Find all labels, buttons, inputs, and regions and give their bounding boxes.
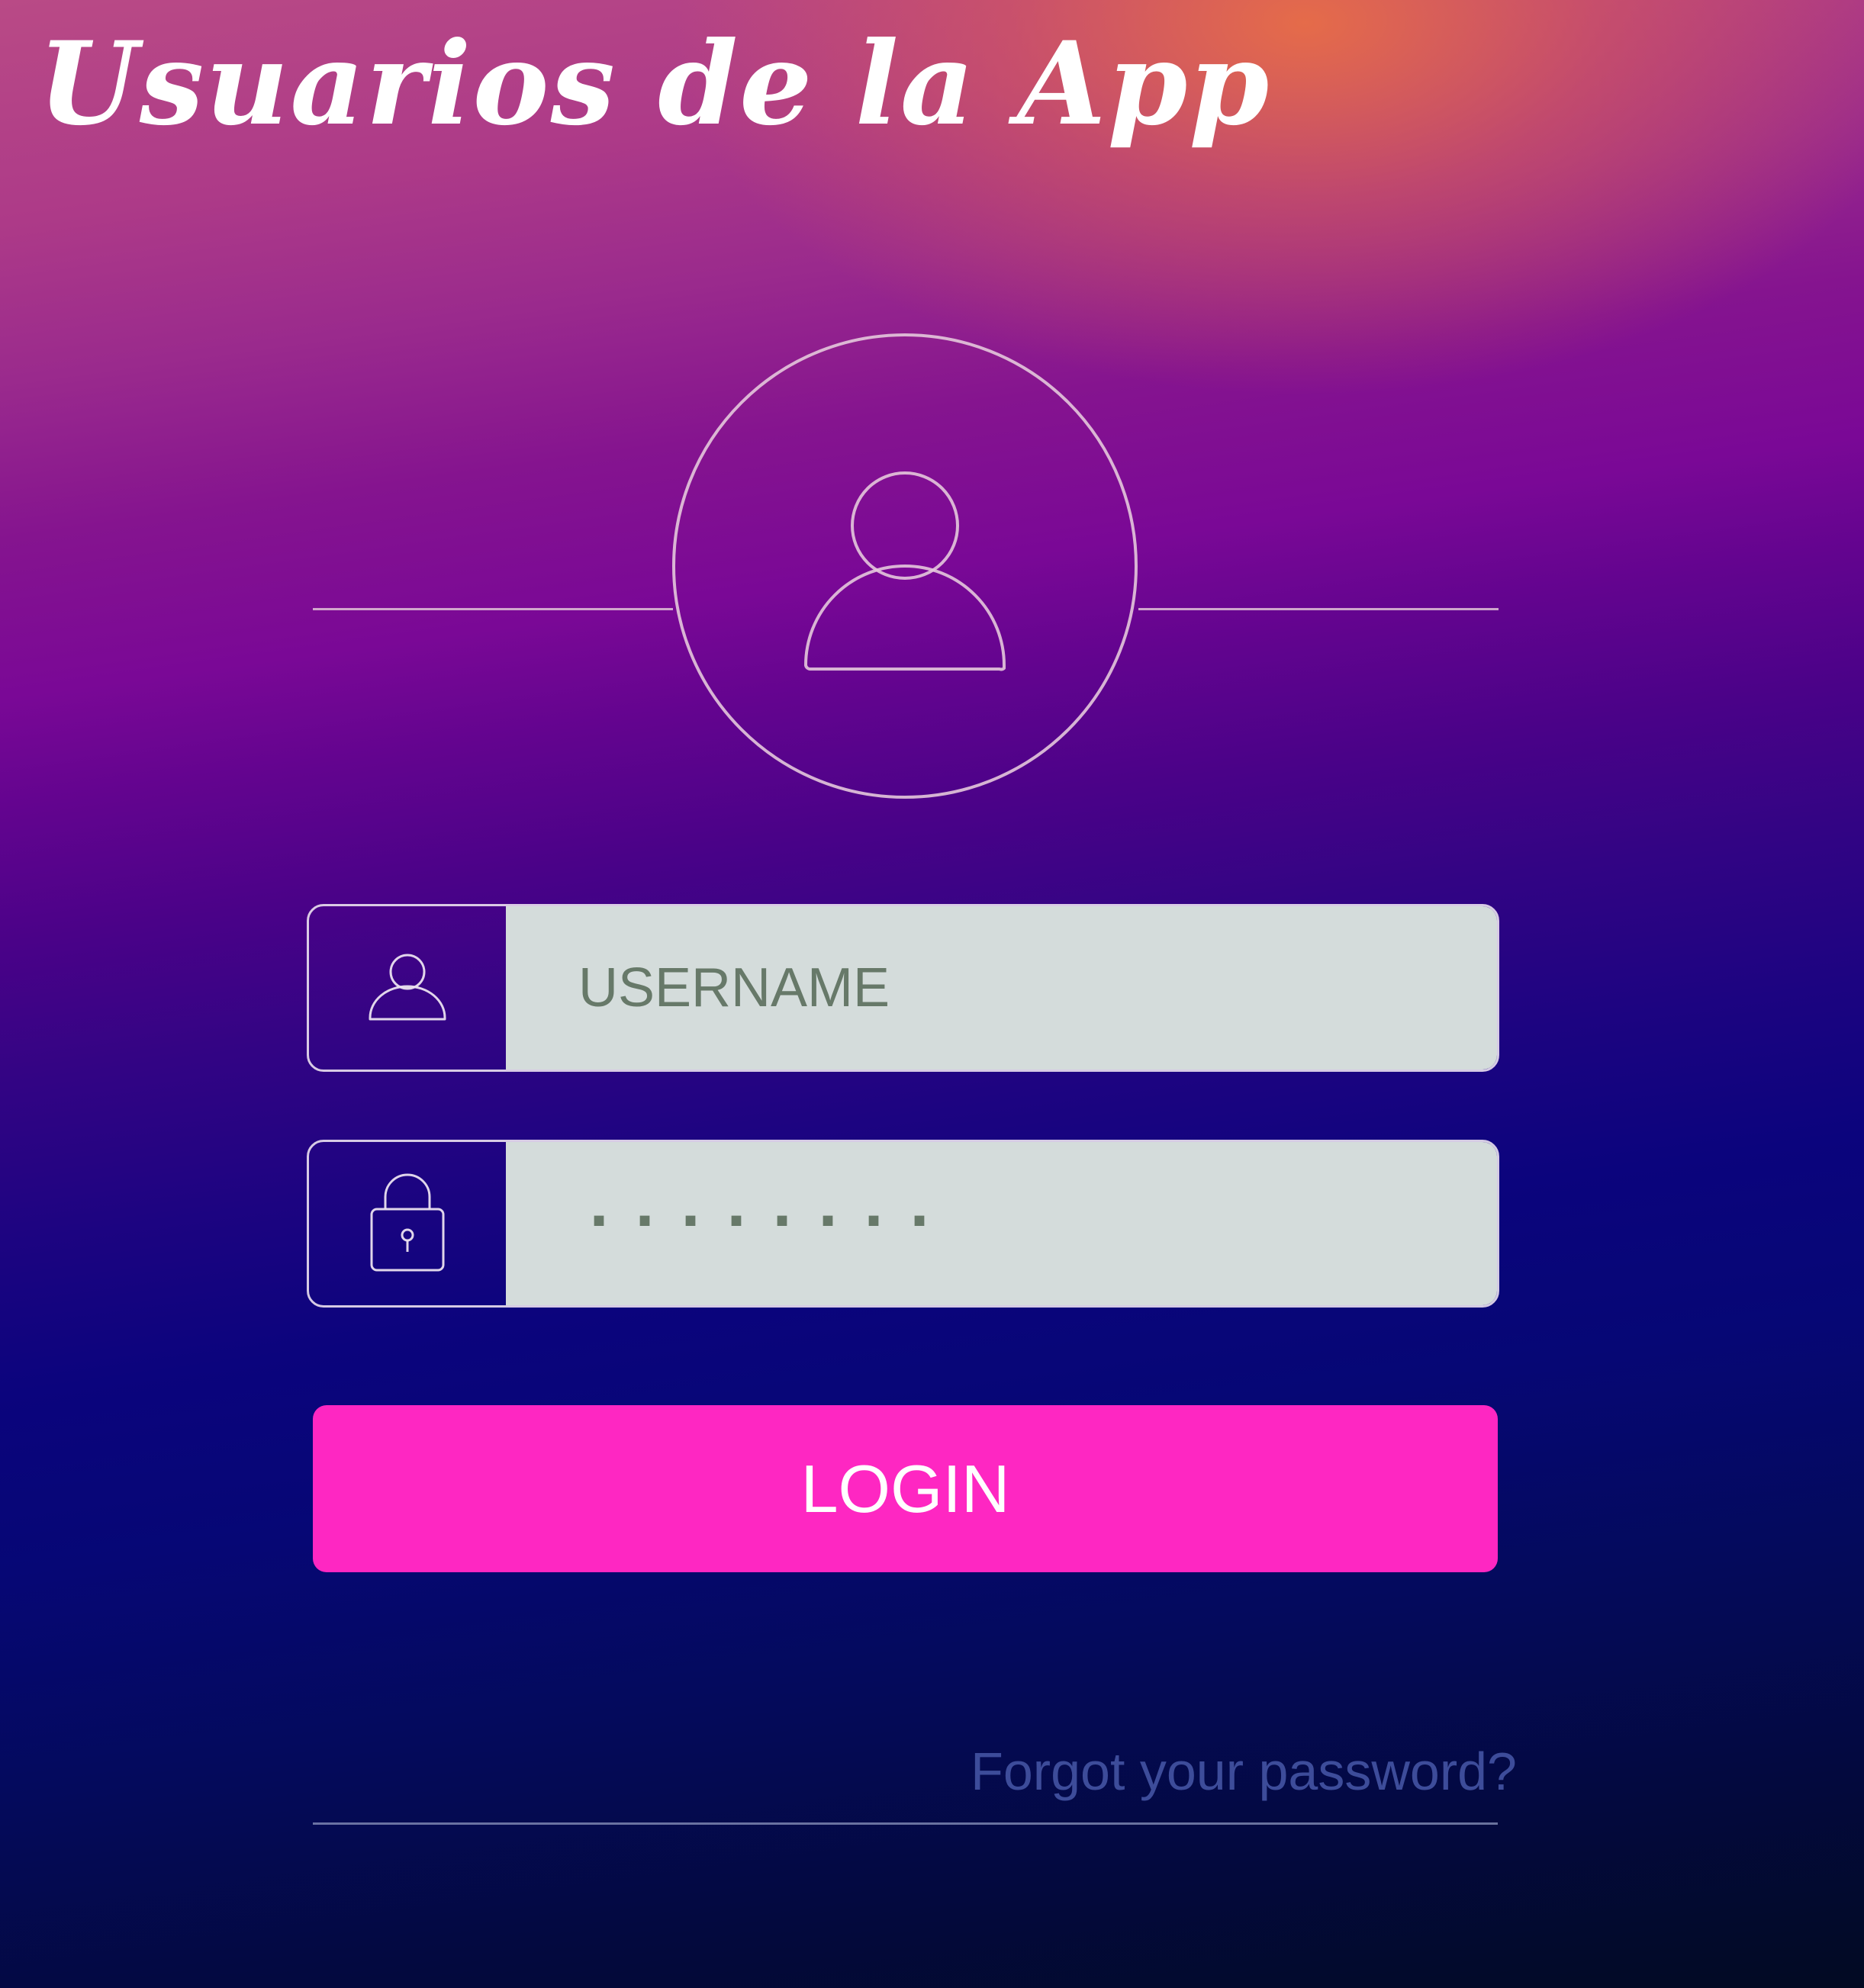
password-input[interactable]: ........	[578, 1174, 945, 1243]
lock-icon	[365, 1173, 449, 1275]
password-icon-box	[309, 1142, 506, 1305]
username-input[interactable]	[578, 957, 1497, 1019]
forgot-password-link[interactable]: Forgot your password?	[971, 1741, 1517, 1802]
password-input-area[interactable]: ........	[506, 1142, 1497, 1305]
avatar-icon	[671, 333, 1138, 799]
header-divider-right	[1138, 608, 1499, 610]
password-field: ........	[307, 1140, 1499, 1308]
app-title: Usuarios de la App	[38, 17, 1271, 151]
forgot-password-underline	[313, 1822, 1498, 1825]
header-divider-left	[313, 608, 673, 610]
username-field	[307, 904, 1499, 1072]
user-icon	[365, 944, 449, 1032]
username-icon-box	[309, 906, 506, 1070]
username-input-area	[506, 906, 1497, 1070]
login-button[interactable]: LOGIN	[313, 1405, 1498, 1572]
